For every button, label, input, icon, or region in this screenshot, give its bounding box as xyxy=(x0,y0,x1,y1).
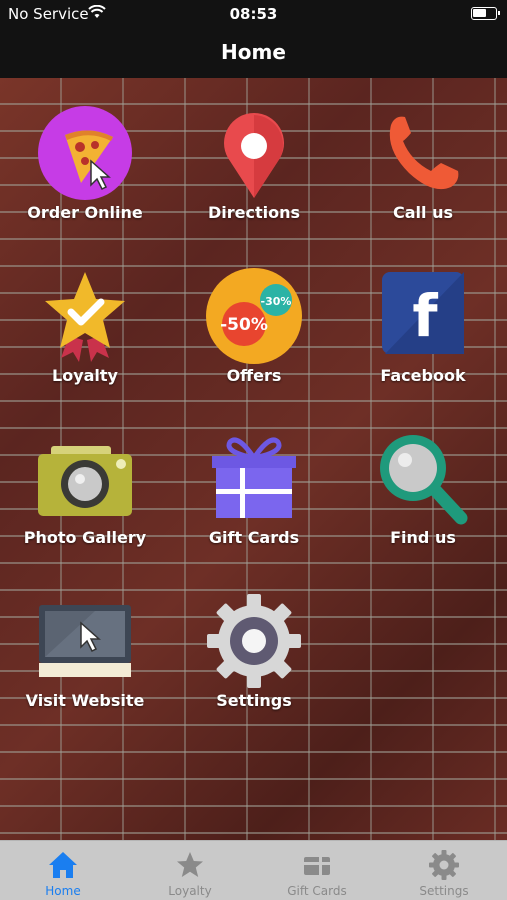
gift-card-icon xyxy=(301,849,333,881)
tile-label: Visit Website xyxy=(25,691,145,710)
home-grid: Order Online Directions Call us Loyalty … xyxy=(0,78,507,840)
tile-label: Order Online xyxy=(27,203,143,222)
tile-visit-website[interactable]: Visit Website xyxy=(0,591,170,741)
tile-label: Call us xyxy=(393,203,453,222)
tile-photo-gallery[interactable]: Photo Gallery xyxy=(0,428,170,578)
tile-call-us[interactable]: Call us xyxy=(338,103,507,253)
star-badge-icon xyxy=(35,266,135,366)
monitor-icon xyxy=(35,591,135,691)
tile-offers[interactable]: -50% -30% Offers xyxy=(169,266,339,416)
facebook-icon: f xyxy=(373,266,473,366)
status-bar: No Service 08:53 xyxy=(0,0,507,28)
tile-settings[interactable]: Settings xyxy=(169,591,339,741)
tile-find-us[interactable]: Find us xyxy=(338,428,507,578)
gear-icon xyxy=(428,849,460,881)
home-icon xyxy=(47,849,79,881)
camera-icon xyxy=(35,428,135,528)
battery-icon xyxy=(471,7,500,20)
page-title: Home xyxy=(221,40,286,64)
tab-loyalty[interactable]: Loyalty xyxy=(127,841,253,900)
tab-gift-cards[interactable]: Gift Cards xyxy=(254,841,380,900)
tile-label: Find us xyxy=(390,528,456,547)
map-pin-icon xyxy=(204,103,304,203)
tile-loyalty[interactable]: Loyalty xyxy=(0,266,170,416)
tab-label: Loyalty xyxy=(168,884,212,898)
pizza-icon xyxy=(35,103,135,203)
tab-home[interactable]: Home xyxy=(0,841,126,900)
offer-badge-large: -50% xyxy=(220,315,268,335)
tile-label: Offers xyxy=(226,366,282,385)
tile-label: Settings xyxy=(216,691,292,710)
tab-label: Settings xyxy=(419,884,469,898)
tile-gift-cards[interactable]: Gift Cards xyxy=(169,428,339,578)
gift-icon xyxy=(204,428,304,528)
tile-label: Directions xyxy=(207,203,301,222)
tab-settings[interactable]: Settings xyxy=(381,841,507,900)
tab-label: Home xyxy=(45,884,81,898)
tab-bar: Home Loyalty Gift Cards Settings xyxy=(0,840,507,900)
tile-label: Photo Gallery xyxy=(23,528,147,547)
discount-icon: -50% -30% xyxy=(204,266,304,366)
offer-badge-small: -30% xyxy=(261,295,292,308)
magnifier-icon xyxy=(373,428,473,528)
gear-icon xyxy=(204,591,304,691)
facebook-glyph: f xyxy=(412,282,438,350)
tile-facebook[interactable]: f Facebook xyxy=(338,266,507,416)
tile-order-online[interactable]: Order Online xyxy=(0,103,170,253)
tile-label: Loyalty xyxy=(52,366,118,385)
tile-label: Gift Cards xyxy=(208,528,300,547)
clock: 08:53 xyxy=(229,5,278,23)
star-icon xyxy=(174,849,206,881)
tab-label: Gift Cards xyxy=(287,884,347,898)
navigation-bar: Home xyxy=(0,28,507,78)
tile-label: Facebook xyxy=(380,366,466,385)
tile-directions[interactable]: Directions xyxy=(169,103,339,253)
phone-icon xyxy=(373,103,473,203)
